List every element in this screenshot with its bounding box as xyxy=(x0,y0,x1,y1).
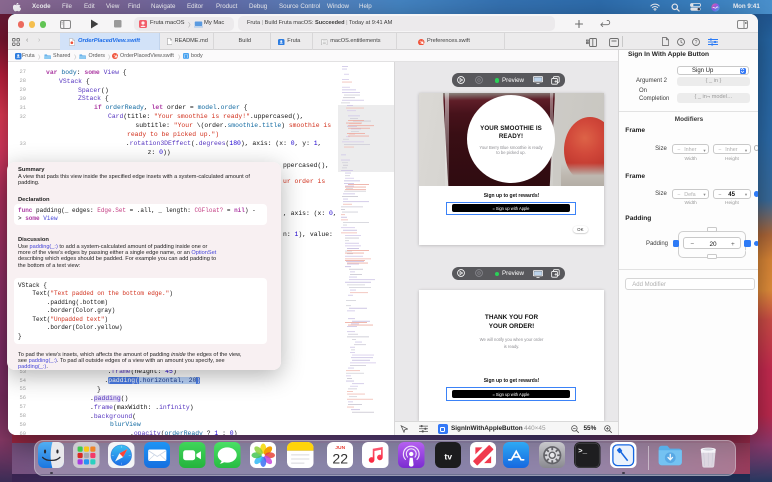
svg-text:?: ? xyxy=(695,39,698,45)
svg-text:22: 22 xyxy=(332,450,348,466)
svg-text:tv: tv xyxy=(444,451,452,461)
svg-text:>_: >_ xyxy=(579,447,588,455)
svg-text:{}: {} xyxy=(184,55,189,60)
